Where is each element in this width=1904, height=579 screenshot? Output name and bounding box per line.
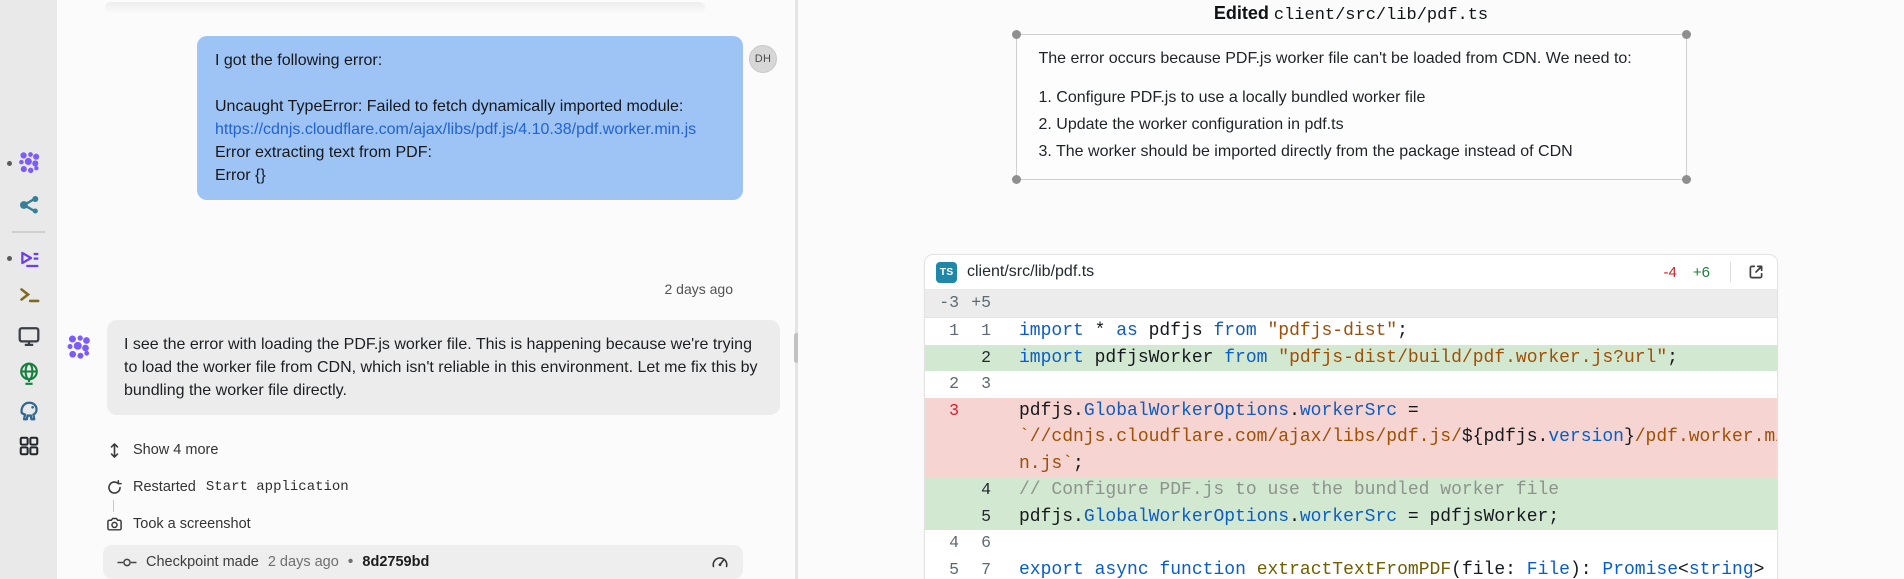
selection-handle[interactable] xyxy=(1012,30,1021,39)
summary-item: 2. Update the worker configuration in pd… xyxy=(1039,113,1664,136)
checkpoint-label: Checkpoint made xyxy=(146,554,259,570)
summary-item: 1. Configure PDF.js to use a locally bun… xyxy=(1039,86,1664,109)
diff-filename: client/src/lib/pdf.ts xyxy=(967,263,1094,281)
diff-header[interactable]: TS client/src/lib/pdf.ts -4 +6 xyxy=(925,255,1777,290)
summary-message-box[interactable]: The error occurs because PDF.js worker f… xyxy=(1016,34,1687,180)
scrolled-message-fade xyxy=(105,2,705,14)
camera-icon xyxy=(105,515,123,533)
panel-title-filepath: client/src/lib/pdf.ts xyxy=(1274,6,1488,25)
user-message-intro: I got the following error: xyxy=(215,49,725,72)
diff-hunk-header: -3 +5 xyxy=(925,290,1777,318)
agent-icon[interactable] xyxy=(16,150,42,176)
diff-line: 23 xyxy=(925,371,1777,398)
user-message-detail2: Error {} xyxy=(215,164,725,187)
header-separator xyxy=(1730,262,1731,282)
action-connector-line xyxy=(113,500,114,512)
agent-active-dot xyxy=(7,161,12,166)
error-url-link[interactable]: https://cdnjs.cloudflare.com/ajax/libs/p… xyxy=(215,121,696,138)
shell-icon[interactable] xyxy=(16,281,42,307)
summary-list: 1. Configure PDF.js to use a locally bun… xyxy=(1039,86,1664,163)
branch-dots-glyph xyxy=(17,193,41,217)
diff-lines: 11import * as pdfjs from "pdfjs-dist";2i… xyxy=(925,318,1777,579)
diff-line: 11import * as pdfjs from "pdfjs-dist"; xyxy=(925,318,1777,345)
hunk-added: +5 xyxy=(965,290,991,317)
checkpoint-bar[interactable]: Checkpoint made 2 days ago • 8d2759bd xyxy=(103,545,743,579)
diff-card: TS client/src/lib/pdf.ts -4 +6 -3 +5 xyxy=(924,254,1778,579)
workflows-active-dot xyxy=(7,256,12,261)
all-tools-icon[interactable] xyxy=(16,433,42,459)
panel-title: Edited client/src/lib/pdf.ts xyxy=(798,3,1904,25)
lines-removed-count: -4 xyxy=(1664,264,1677,281)
diff-line: 5pdfjs.GlobalWorkerOptions.workerSrc = p… xyxy=(925,504,1777,531)
diff-line: 4// Configure PDF.js to use the bundled … xyxy=(925,477,1777,504)
user-message-bubble: I got the following error: Uncaught Type… xyxy=(197,36,743,200)
refresh-icon xyxy=(105,478,123,496)
user-message-row: I got the following error: Uncaught Type… xyxy=(57,36,795,200)
globe-glyph xyxy=(17,361,41,385)
edit-preview-panel: Edited client/src/lib/pdf.ts The error o… xyxy=(798,0,1904,579)
checkpoint-hash: 8d2759bd xyxy=(362,554,429,570)
diff-line: 46 xyxy=(925,530,1777,557)
restarted-target: Start application xyxy=(206,479,349,495)
screenshot-action-row[interactable]: Took a screenshot xyxy=(105,515,251,533)
user-message-detail: Error extracting text from PDF: xyxy=(215,141,725,164)
checkpoint-time: 2 days ago xyxy=(268,554,339,570)
sidebar-divider xyxy=(12,231,45,233)
database-icon[interactable] xyxy=(16,397,42,423)
lines-added-count: +6 xyxy=(1693,264,1710,281)
agent-avatar xyxy=(64,333,93,362)
summary-intro: The error occurs because PDF.js worker f… xyxy=(1039,47,1664,70)
webview-icon[interactable] xyxy=(16,323,42,349)
agent-chat-panel: I got the following error: Uncaught Type… xyxy=(57,0,795,579)
open-in-editor-icon[interactable] xyxy=(1745,261,1767,283)
monitor-glyph xyxy=(17,324,41,348)
checkpoint-separator: • xyxy=(348,553,354,571)
agent-message-bubble: I see the error with loading the PDF.js … xyxy=(107,320,780,415)
show-more-button[interactable]: Show 4 more xyxy=(105,441,218,459)
postgres-elephant-glyph xyxy=(17,398,41,422)
assistant-icon[interactable] xyxy=(16,192,42,218)
tool-sidebar xyxy=(0,0,57,579)
restarted-label: Restarted xyxy=(133,479,196,495)
diff-line: 57export async function extractTextFromP… xyxy=(925,557,1777,579)
screenshot-label: Took a screenshot xyxy=(133,516,251,532)
typescript-file-icon: TS xyxy=(936,262,957,283)
user-avatar: DH xyxy=(749,45,777,73)
run-list-glyph xyxy=(17,246,41,270)
hunk-removed: -3 xyxy=(933,290,959,317)
selection-handle[interactable] xyxy=(1682,30,1691,39)
diff-line: 2import pdfjsWorker from "pdfjs-dist/bui… xyxy=(925,345,1777,372)
agent-message-row: I see the error with loading the PDF.js … xyxy=(57,320,795,415)
workspace: I got the following error: Uncaught Type… xyxy=(0,0,1904,579)
commit-icon xyxy=(117,557,137,568)
rollback-gauge-icon[interactable] xyxy=(711,554,729,570)
deployments-icon[interactable] xyxy=(16,360,42,386)
selection-handle[interactable] xyxy=(1012,175,1021,184)
show-more-label: Show 4 more xyxy=(133,442,218,458)
selection-handle[interactable] xyxy=(1682,175,1691,184)
restarted-action-row[interactable]: Restarted Start application xyxy=(105,478,349,496)
user-message-error: Uncaught TypeError: Failed to fetch dyna… xyxy=(215,95,725,118)
agent-dots-glyph xyxy=(16,150,42,176)
terminal-prompt-glyph xyxy=(18,283,41,306)
expand-vertical-icon xyxy=(105,441,123,459)
grid-glyph xyxy=(18,435,40,457)
summary-item: 3. The worker should be imported directl… xyxy=(1039,140,1664,163)
agent-dots-glyph xyxy=(64,333,93,362)
blank-line xyxy=(215,72,725,95)
message-timestamp: 2 days ago xyxy=(665,281,734,297)
workflows-icon[interactable] xyxy=(16,245,42,271)
diff-line: 3pdfjs.GlobalWorkerOptions.workerSrc = `… xyxy=(925,398,1777,478)
panel-title-action: Edited xyxy=(1214,3,1269,23)
